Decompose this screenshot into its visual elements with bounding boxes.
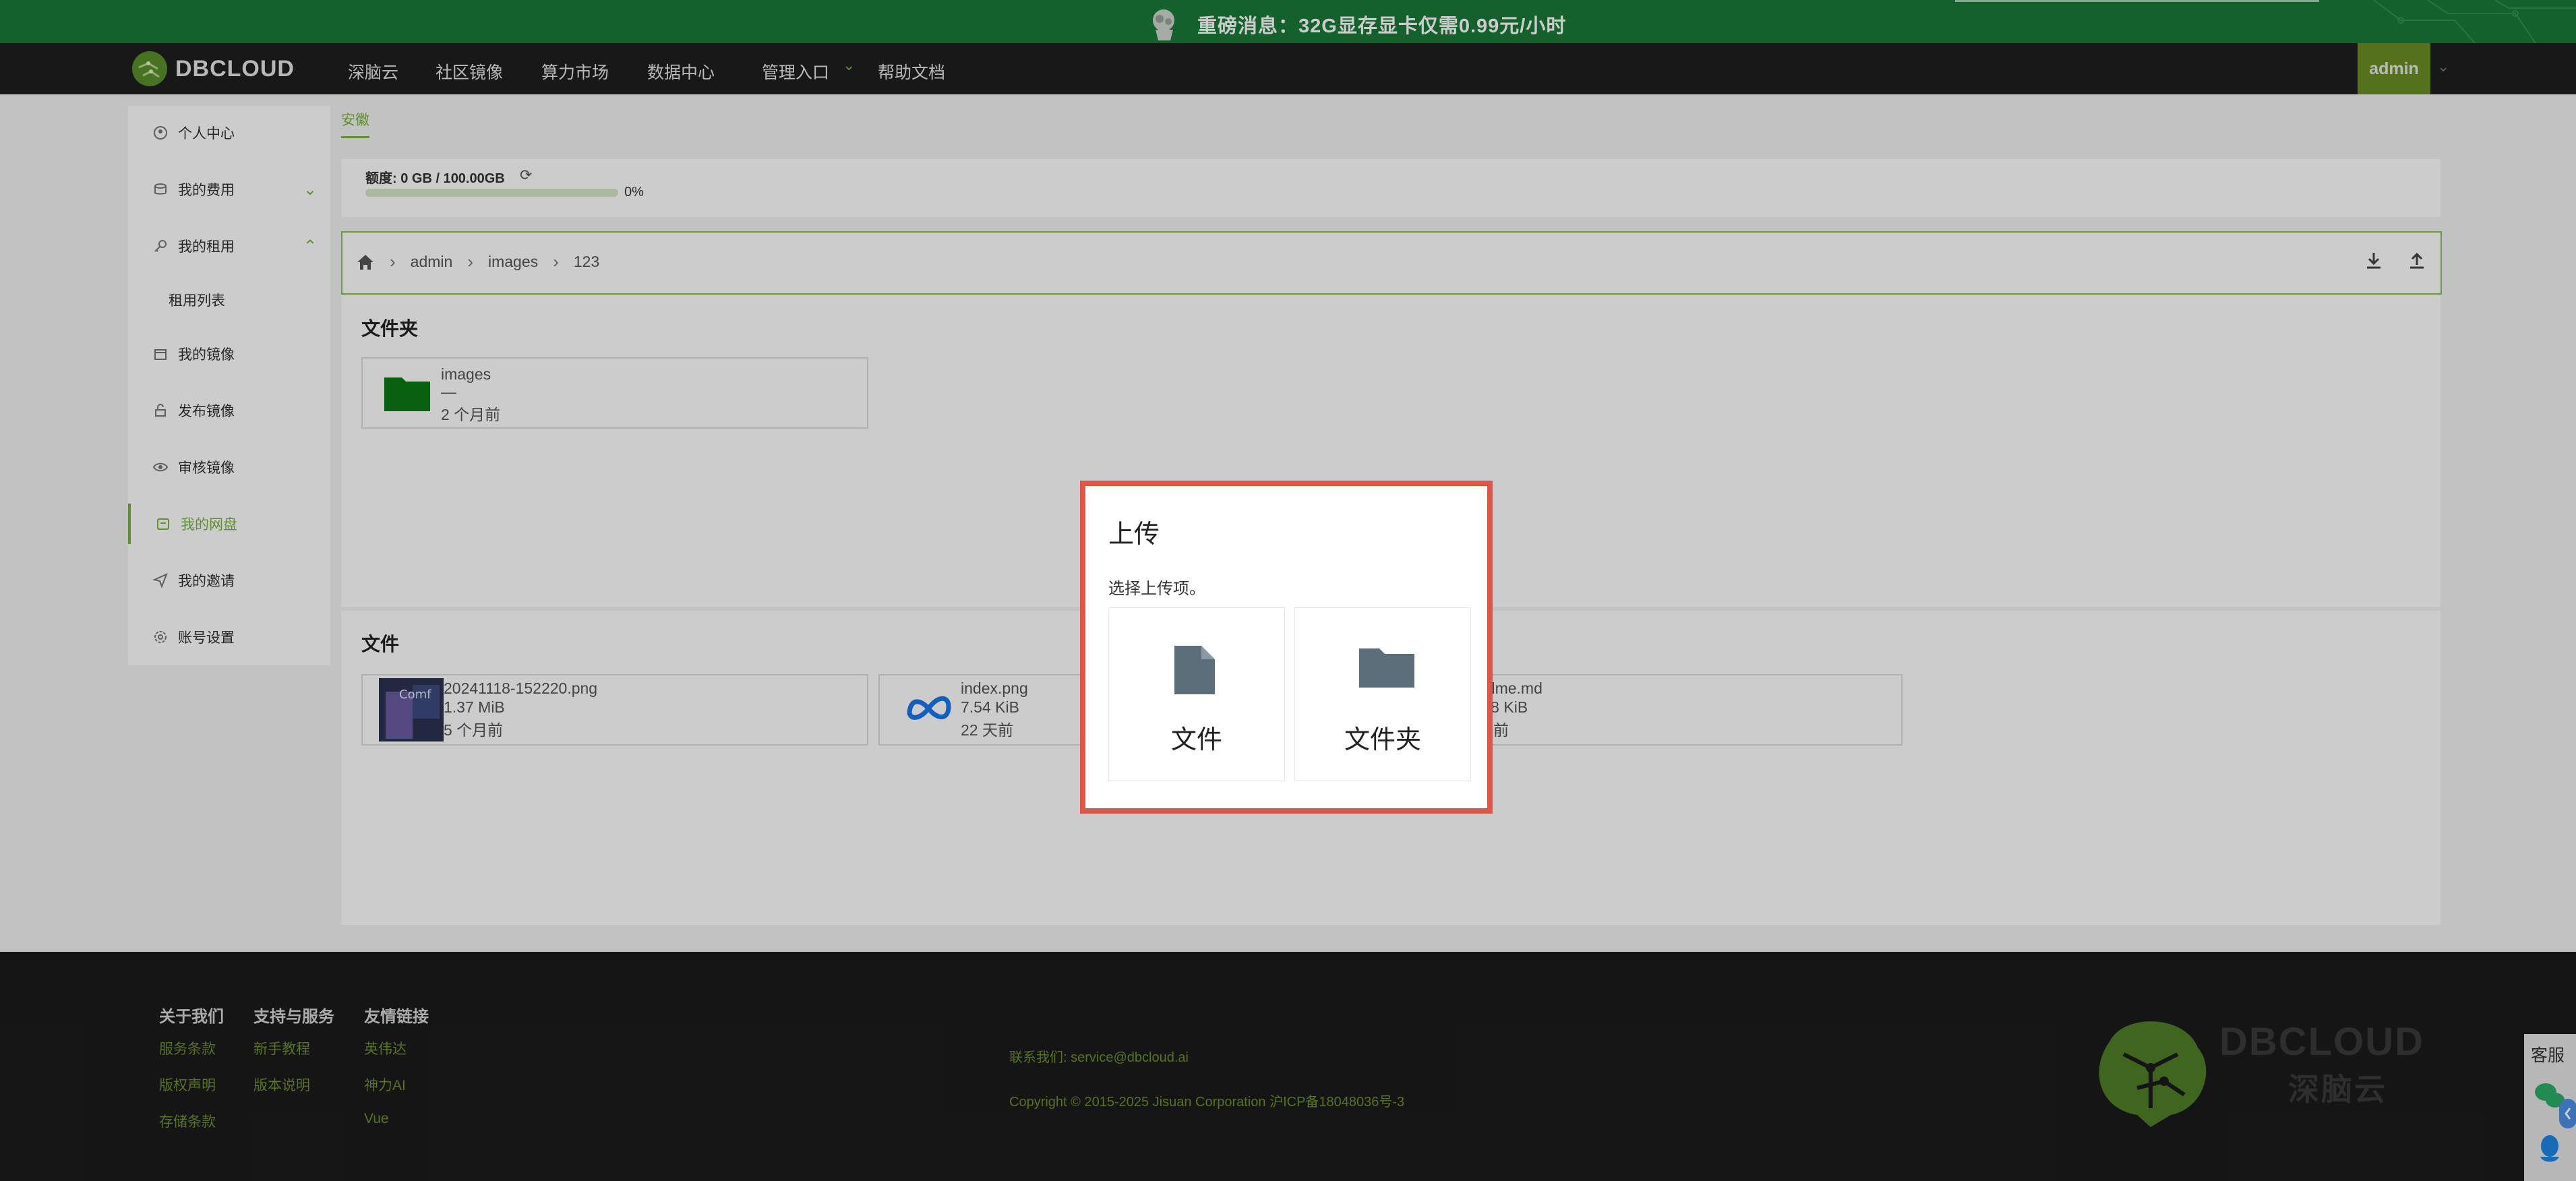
folder-icon xyxy=(1359,648,1414,688)
option-label: 文件 xyxy=(1170,726,1222,754)
option-label: 文件夹 xyxy=(1344,726,1421,754)
upload-file-option[interactable]: 文件 xyxy=(1108,607,1285,781)
upload-dialog: 上传 选择上传项。 文件 文件夹 xyxy=(1080,481,1493,814)
file-icon xyxy=(1174,646,1215,694)
dialog-title: 上传 xyxy=(1108,520,1160,549)
dialog-description: 选择上传项。 xyxy=(1108,580,1205,598)
upload-folder-option[interactable]: 文件夹 xyxy=(1294,607,1471,781)
